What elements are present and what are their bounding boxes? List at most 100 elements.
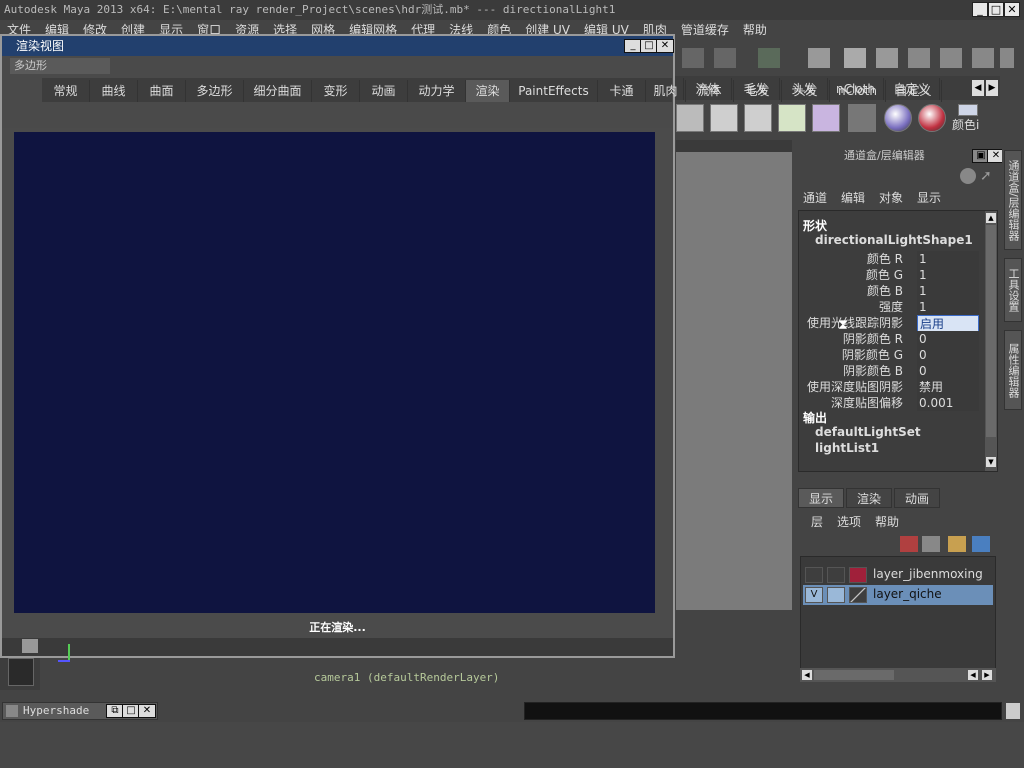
layer-row[interactable]: layer_jibenmoxing [803,565,993,585]
attribute-row[interactable]: 强度 1 [799,299,979,315]
hypershade-close-icon[interactable]: ✕ [138,704,156,718]
layer-tab[interactable]: 显示 [798,488,844,508]
shelf-tab[interactable]: 肌肉 [646,80,686,102]
layer-options-icon[interactable] [948,536,966,552]
minimize-icon[interactable]: _ [972,2,988,17]
script-editor-icon[interactable] [1006,703,1020,719]
ipr-render-icon[interactable] [744,104,772,132]
shelf-tab[interactable]: 动力学 [408,80,466,102]
layer-name[interactable]: layer_jibenmoxing [873,567,983,581]
render-frame-icon[interactable] [844,48,866,68]
shelf-tab[interactable]: nCloth [830,80,886,102]
attribute-editor-toggle-icon[interactable] [972,48,994,68]
layer-scroll-right-icon[interactable]: ▶ [982,670,992,680]
shape-node-name[interactable]: directionalLightShape1 [815,233,973,247]
shelf-tab[interactable]: PaintEffects [510,80,598,102]
layer-scroll-left-icon[interactable]: ◀ [802,670,812,680]
viewport[interactable] [676,140,792,610]
attribute-row[interactable]: 颜色 B 1 [799,283,979,299]
attribute-row[interactable]: 使用光线跟踪阴影 启用 [799,315,979,333]
vertical-tab[interactable]: 属性编辑器 [1004,330,1022,410]
material-sphere-icon[interactable] [884,104,912,132]
channel-box-menu[interactable]: 显示 [910,188,948,208]
attribute-value[interactable]: 1 [917,299,979,315]
layer-menu[interactable]: 帮助 [868,512,906,532]
menu-item[interactable]: 帮助 [736,20,774,40]
output-node[interactable]: defaultLightSet [815,425,921,439]
shelf-tab[interactable]: 动画 [360,80,408,102]
render-view-close-icon[interactable]: ✕ [656,39,674,53]
ipr-icon[interactable] [876,48,898,68]
scroll-up-icon[interactable]: ▲ [986,213,996,223]
attribute-value[interactable]: 0.001 [917,395,979,411]
layer-color-swatch[interactable] [849,567,867,583]
output-node[interactable]: lightList1 [815,441,879,455]
attribute-row[interactable]: 使用深度贴图阴影 禁用 [799,379,979,395]
maximize-icon[interactable]: □ [988,2,1004,17]
layer-name[interactable]: layer_qiche [873,587,942,601]
layer-color-swatch[interactable] [849,587,867,603]
shelf-tab[interactable]: 曲面 [138,80,186,102]
shelf-tab[interactable]: 自定义 [886,80,942,102]
layer-visibility-toggle[interactable]: V [805,587,823,603]
attribute-value[interactable]: 0 [917,347,979,363]
layer-row[interactable]: Vlayer_qiche [803,585,993,605]
shelf-scroll-left-icon[interactable]: ◀ [972,80,984,96]
manipulator-icon[interactable] [940,168,958,184]
attribute-row[interactable]: 阴影颜色 G 0 [799,347,979,363]
attribute-value[interactable]: 1 [917,267,979,283]
layer-scroll-thumb[interactable] [814,670,894,680]
render-image[interactable] [14,132,655,613]
attribute-row[interactable]: 颜色 R 1 [799,251,979,267]
axis-icon[interactable] [22,639,38,653]
attribute-row[interactable]: 阴影颜色 R 0 [799,331,979,347]
new-layer-icon[interactable] [922,536,940,552]
shelf-tab[interactable]: 常规 [42,80,90,102]
attribute-value[interactable]: 0 [917,363,979,379]
snap-icon[interactable] [682,48,704,68]
channel-box-menu[interactable]: 对象 [872,188,910,208]
vertical-tab[interactable]: 通道盒/层编辑器 [1004,150,1022,250]
layer-h-scrollbar[interactable]: ◀ ◀ ▶ [800,668,996,682]
menuset-dropdown[interactable]: 多边形 [10,58,110,74]
render-globals-icon[interactable] [908,48,930,68]
channel-box-menu[interactable]: 编辑 [834,188,872,208]
attribute-value[interactable]: 禁用 [917,379,979,395]
new-layer-selected-icon[interactable] [900,536,918,552]
attribute-value[interactable]: 1 [917,283,979,299]
shelf-tab[interactable]: 卡通 [598,80,646,102]
shelf-tab[interactable]: 流体 [686,80,734,102]
layer-type-toggle[interactable] [827,587,845,603]
tool-settings-toggle-icon[interactable] [1000,48,1014,68]
layer-tab[interactable]: 渲染 [846,488,892,508]
light-icon[interactable] [848,104,876,132]
channel-box-toggle-icon[interactable] [940,48,962,68]
color-shelf-button[interactable]: 颜色i [952,104,992,134]
render-settings-shelf-icon[interactable] [778,104,806,132]
menu-item[interactable]: 管道缓存 [674,20,736,40]
shelf-tab[interactable]: 细分曲面 [244,80,312,102]
layer-menu[interactable]: 层 [804,512,830,532]
channel-box-scrollbar[interactable]: ▲ ▼ [985,211,997,471]
shelf-tab[interactable]: 多边形 [186,80,244,102]
shelf-scroll-right-icon[interactable]: ▶ [986,80,998,96]
shelf-tab[interactable]: 曲线 [90,80,138,102]
sphere-toggle-icon[interactable] [960,168,976,184]
layer-add-icon[interactable] [972,536,990,552]
shelf-tab[interactable]: 头发 [782,80,830,102]
paint-brush-icon[interactable] [918,104,946,132]
render-current-icon[interactable] [710,104,738,132]
attribute-value[interactable]: 1 [917,251,979,267]
magnet-icon[interactable] [714,48,736,68]
layer-type-toggle[interactable] [827,567,845,583]
clapper-icon[interactable] [676,104,704,132]
attribute-row[interactable]: 颜色 G 1 [799,267,979,283]
attribute-row[interactable]: 阴影颜色 B 0 [799,363,979,379]
io-icon[interactable] [758,48,780,68]
render-view-title-bar[interactable]: 渲染视图 [2,36,673,56]
command-line[interactable] [524,702,1002,720]
layer-menu[interactable]: 选项 [830,512,868,532]
pin-icon[interactable]: ➚ [980,168,996,184]
hypershade-shelf-icon[interactable] [812,104,840,132]
layer-tab[interactable]: 动画 [894,488,940,508]
